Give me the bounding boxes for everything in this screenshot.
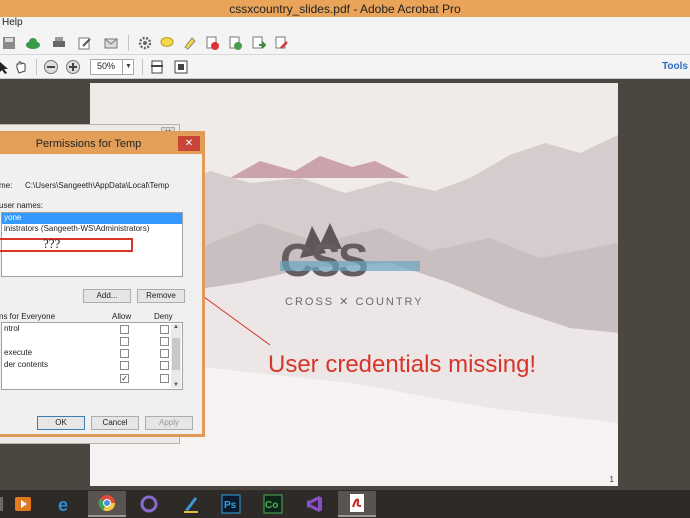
- deny-header: Deny: [154, 312, 173, 321]
- deny-checkbox[interactable]: [160, 325, 169, 334]
- allow-header: Allow: [112, 312, 132, 321]
- apply-button[interactable]: Apply: [145, 416, 193, 430]
- object-name-value: C:\Users\Sangeeth\AppData\Local\Temp: [25, 181, 170, 190]
- deny-checkbox[interactable]: [160, 374, 169, 383]
- permissions-table: ntrol execute der contents ✓ ▲ ▼: [1, 322, 183, 390]
- allow-checkbox[interactable]: ✓: [120, 374, 129, 383]
- captivate-label: Co: [265, 500, 278, 511]
- group-label: user names:: [0, 201, 44, 210]
- captivate-icon[interactable]: Co: [254, 491, 292, 517]
- scroll-down-icon[interactable]: ▼: [171, 382, 181, 388]
- taskbar: e Ps Co: [0, 490, 690, 518]
- scrollbar[interactable]: ▲ ▼: [171, 324, 181, 388]
- permissions-dialog: Permissions for Temp ✕ me: C:\Users\Sang…: [0, 131, 205, 437]
- acrobat-icon[interactable]: [338, 491, 376, 517]
- scroll-thumb[interactable]: [172, 338, 180, 370]
- allow-checkbox[interactable]: [120, 337, 129, 346]
- table-row: ✓: [2, 372, 170, 385]
- missing-user-highlight: [0, 238, 133, 252]
- deny-checkbox[interactable]: [160, 349, 169, 358]
- media-player-icon[interactable]: [4, 491, 42, 517]
- list-item[interactable]: inistrators (Sangeeth-WS\Administrators): [2, 224, 182, 235]
- missing-user-marker: ???: [43, 236, 61, 251]
- list-item[interactable]: yone: [2, 213, 182, 224]
- internet-explorer-icon[interactable]: e: [46, 491, 84, 517]
- allow-checkbox[interactable]: [120, 349, 129, 358]
- cancel-button[interactable]: Cancel: [91, 416, 139, 430]
- photoshop-label: Ps: [224, 500, 237, 511]
- permission-name: ntrol: [4, 324, 20, 333]
- chrome-icon[interactable]: [88, 491, 126, 517]
- table-row: der contents: [2, 359, 170, 372]
- allow-checkbox[interactable]: [120, 325, 129, 334]
- scroll-up-icon[interactable]: ▲: [171, 324, 181, 330]
- add-button[interactable]: Add...: [83, 289, 131, 303]
- close-icon[interactable]: ✕: [178, 136, 200, 151]
- photoshop-icon[interactable]: Ps: [212, 491, 250, 517]
- dialog-title: Permissions for Temp: [35, 138, 142, 150]
- allow-checkbox[interactable]: [120, 361, 129, 370]
- permissions-label: ns for Everyone: [0, 312, 56, 321]
- permission-name: der contents: [4, 360, 49, 369]
- deny-checkbox[interactable]: [160, 337, 169, 346]
- svg-text:e: e: [58, 495, 68, 514]
- deny-checkbox[interactable]: [160, 361, 169, 370]
- dialog-title-bar: Permissions for Temp ✕: [0, 134, 202, 154]
- visual-studio-icon[interactable]: [296, 491, 334, 517]
- object-name-label: me:: [0, 181, 13, 190]
- pen-app-icon[interactable]: [172, 491, 210, 517]
- ok-button[interactable]: OK: [37, 416, 85, 430]
- permission-name: execute: [4, 348, 33, 357]
- torrent-icon[interactable]: [130, 491, 168, 517]
- remove-button[interactable]: Remove: [137, 289, 185, 303]
